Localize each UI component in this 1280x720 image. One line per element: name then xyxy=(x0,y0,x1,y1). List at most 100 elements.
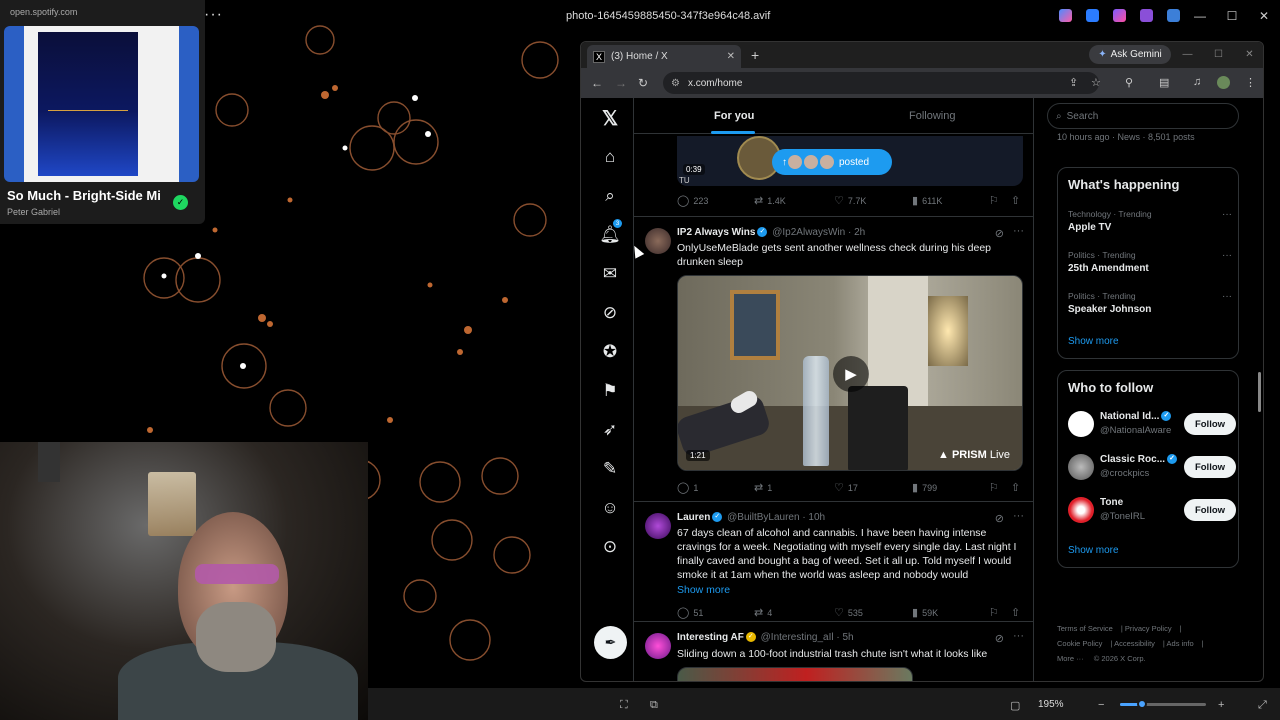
views-button[interactable]: ▮ 799 xyxy=(912,481,937,494)
reply-button[interactable]: ◯ 51 xyxy=(677,606,703,619)
trend-item[interactable]: Technology · Trending Apple TV ··· xyxy=(1068,209,1232,233)
views-button[interactable]: ▮ 611K xyxy=(912,194,942,207)
bookmark-button[interactable]: ⚐ xyxy=(989,606,999,619)
play-icon[interactable]: ▶ xyxy=(833,356,869,392)
profile-icon[interactable]: ☺ xyxy=(598,496,622,520)
bookmark-star-icon[interactable]: ☆ xyxy=(1091,76,1101,89)
views-button[interactable]: ▮ 59K xyxy=(912,606,938,619)
suggestion-avatar[interactable] xyxy=(1068,497,1094,523)
grok-explain-icon[interactable]: ⊘ xyxy=(995,227,1004,240)
browser-maximize-icon[interactable]: ☐ xyxy=(1203,42,1234,66)
explore-search-icon[interactable]: ⌕ xyxy=(598,184,622,208)
trend-item[interactable]: Politics · Trending Speaker Johnson ··· xyxy=(1068,291,1232,315)
footer-cookie-link[interactable]: Cookie Policy xyxy=(1057,639,1102,648)
x-logo-icon[interactable]: 𝕏 xyxy=(598,106,622,130)
track-title[interactable]: So Much - Bright-Side Mi xyxy=(7,188,163,203)
author-handle[interactable]: @BuiltByLauren xyxy=(727,512,799,523)
like-button[interactable]: ♡ 7.7K xyxy=(834,194,866,207)
app-icon-violet[interactable] xyxy=(1140,9,1153,22)
tab-for-you[interactable]: For you xyxy=(714,110,754,122)
bookmark-button[interactable]: ⚐ xyxy=(989,481,999,494)
share-button[interactable]: ⇧ xyxy=(1011,481,1020,494)
notifications-bell-icon[interactable]: 🔔︎ 3 xyxy=(598,219,622,247)
footer-accessibility-link[interactable]: Accessibility xyxy=(1114,639,1155,648)
saved-check-icon[interactable]: ✓ xyxy=(173,195,188,210)
follow-button[interactable]: Follow xyxy=(1184,413,1236,435)
share-button[interactable]: ⇧ xyxy=(1011,606,1020,619)
tweet-more-icon[interactable]: ··· xyxy=(1013,510,1024,522)
page-scrollbar[interactable] xyxy=(1258,372,1261,412)
crop-icon[interactable]: ⧉ xyxy=(650,699,658,712)
fullscreen-icon[interactable]: ⤢ xyxy=(1258,699,1267,712)
tweet-time[interactable]: · 5h xyxy=(836,632,853,643)
close-icon[interactable]: ✕ xyxy=(1248,0,1280,32)
previous-post-media[interactable]: ↑ posted 0:39 TU xyxy=(677,136,1023,186)
suggestion-name-row[interactable]: National Id... ✓ xyxy=(1100,411,1173,422)
fit-screen-icon[interactable]: ⛶ xyxy=(620,699,628,712)
news-meta[interactable]: 10 hours ago · News · 8,501 posts xyxy=(1057,132,1195,142)
suggestion-handle[interactable]: @crockpics xyxy=(1100,468,1149,479)
trend-more-icon[interactable]: ··· xyxy=(1222,250,1232,261)
suggestion-name-row[interactable]: Classic Roc... ✓ xyxy=(1100,454,1179,465)
maximize-icon[interactable]: ☐ xyxy=(1216,0,1248,32)
media-controls-icon[interactable]: ♫ xyxy=(1193,76,1201,88)
follow-button[interactable]: Follow xyxy=(1184,456,1236,478)
back-icon[interactable]: ← xyxy=(591,76,603,90)
trend-more-icon[interactable]: ··· xyxy=(1222,291,1232,302)
author-avatar[interactable] xyxy=(645,513,671,539)
profile-avatar[interactable] xyxy=(1217,76,1230,89)
grok-explain-icon[interactable]: ⊘ xyxy=(995,632,1004,645)
browser-minimize-icon[interactable]: — xyxy=(1172,42,1203,66)
footer-privacy-link[interactable]: Privacy Policy xyxy=(1125,624,1172,633)
reload-icon[interactable]: ↻ xyxy=(638,76,648,90)
author-name[interactable]: Lauren xyxy=(677,512,710,523)
copilot-icon[interactable] xyxy=(1059,9,1072,22)
zoom-in-icon[interactable]: + xyxy=(1218,699,1224,711)
suggestion-name[interactable]: Tone xyxy=(1100,497,1123,508)
like-button[interactable]: ♡ 535 xyxy=(834,606,863,619)
tweet-time[interactable]: · 10h xyxy=(802,512,825,523)
tweet-video[interactable]: ▶ 1:21 ▲ PRISM Live xyxy=(677,275,1023,471)
author-name[interactable]: IP2 Always Wins xyxy=(677,227,755,238)
author-handle[interactable]: @Interesting_aIl xyxy=(761,632,834,643)
suggestion-avatar[interactable] xyxy=(1068,411,1094,437)
follow-suggestion[interactable]: Tone @ToneIRL Follow xyxy=(1068,495,1236,527)
trend-item[interactable]: Politics · Trending 25th Amendment ··· xyxy=(1068,250,1232,274)
more-circle-icon[interactable]: ⊙ xyxy=(598,535,622,559)
tweet-time[interactable]: · 2h xyxy=(848,227,865,238)
new-tab-icon[interactable]: + xyxy=(751,47,759,63)
url-field[interactable]: ⚙ x.com/home xyxy=(663,72,1099,94)
zoom-slider[interactable] xyxy=(1120,699,1206,709)
footer-terms-link[interactable]: Terms of Service xyxy=(1057,624,1113,633)
author-name[interactable]: Interesting AF xyxy=(677,632,744,643)
site-info-icon[interactable]: ⚙ xyxy=(671,78,680,89)
track-artist[interactable]: Peter Gabriel xyxy=(7,207,60,217)
app-icon-blue[interactable] xyxy=(1086,9,1099,22)
zoom-slider-knob[interactable] xyxy=(1136,699,1147,709)
grok-icon[interactable]: ⊘ xyxy=(598,301,622,325)
footer-ads-link[interactable]: Ads info xyxy=(1167,639,1194,648)
suggestion-handle[interactable]: @NationalAware xyxy=(1100,425,1171,436)
extensions-icon[interactable]: ⚲ xyxy=(1125,76,1133,89)
suggestion-handle[interactable]: @ToneIRL xyxy=(1100,511,1145,522)
grok-explain-icon[interactable]: ⊘ xyxy=(995,512,1004,525)
tweet-media[interactable] xyxy=(677,667,913,681)
trend-more-icon[interactable]: ··· xyxy=(1222,209,1232,220)
tab-close-icon[interactable]: ✕ xyxy=(727,51,735,62)
reply-button[interactable]: ◯ 223 xyxy=(677,194,708,207)
show-more-link[interactable]: Show more xyxy=(677,584,730,596)
tweet-more-icon[interactable]: ··· xyxy=(1013,630,1024,642)
repost-button[interactable]: ⇄ 1.4K xyxy=(754,194,786,207)
browser-close-icon[interactable]: ✕ xyxy=(1234,42,1263,66)
messages-envelope-icon[interactable]: ✉ xyxy=(598,262,622,286)
app-icon-cloud[interactable] xyxy=(1167,9,1180,22)
repost-button[interactable]: ⇄ 4 xyxy=(754,606,772,619)
bookmark-button[interactable]: ⚐ xyxy=(989,194,999,207)
bookmarks-icon[interactable]: ⚑ xyxy=(598,379,622,403)
author-avatar[interactable] xyxy=(645,228,671,254)
follow-suggestion[interactable]: National Id... ✓ @NationalAware Follow xyxy=(1068,409,1236,441)
reading-list-icon[interactable]: ▤ xyxy=(1159,76,1169,89)
reply-button[interactable]: ◯ 1 xyxy=(677,481,698,494)
follow-suggestion[interactable]: Classic Roc... ✓ @crockpics Follow xyxy=(1068,452,1236,484)
ask-gemini-button[interactable]: ✦ Ask Gemini xyxy=(1089,45,1171,64)
